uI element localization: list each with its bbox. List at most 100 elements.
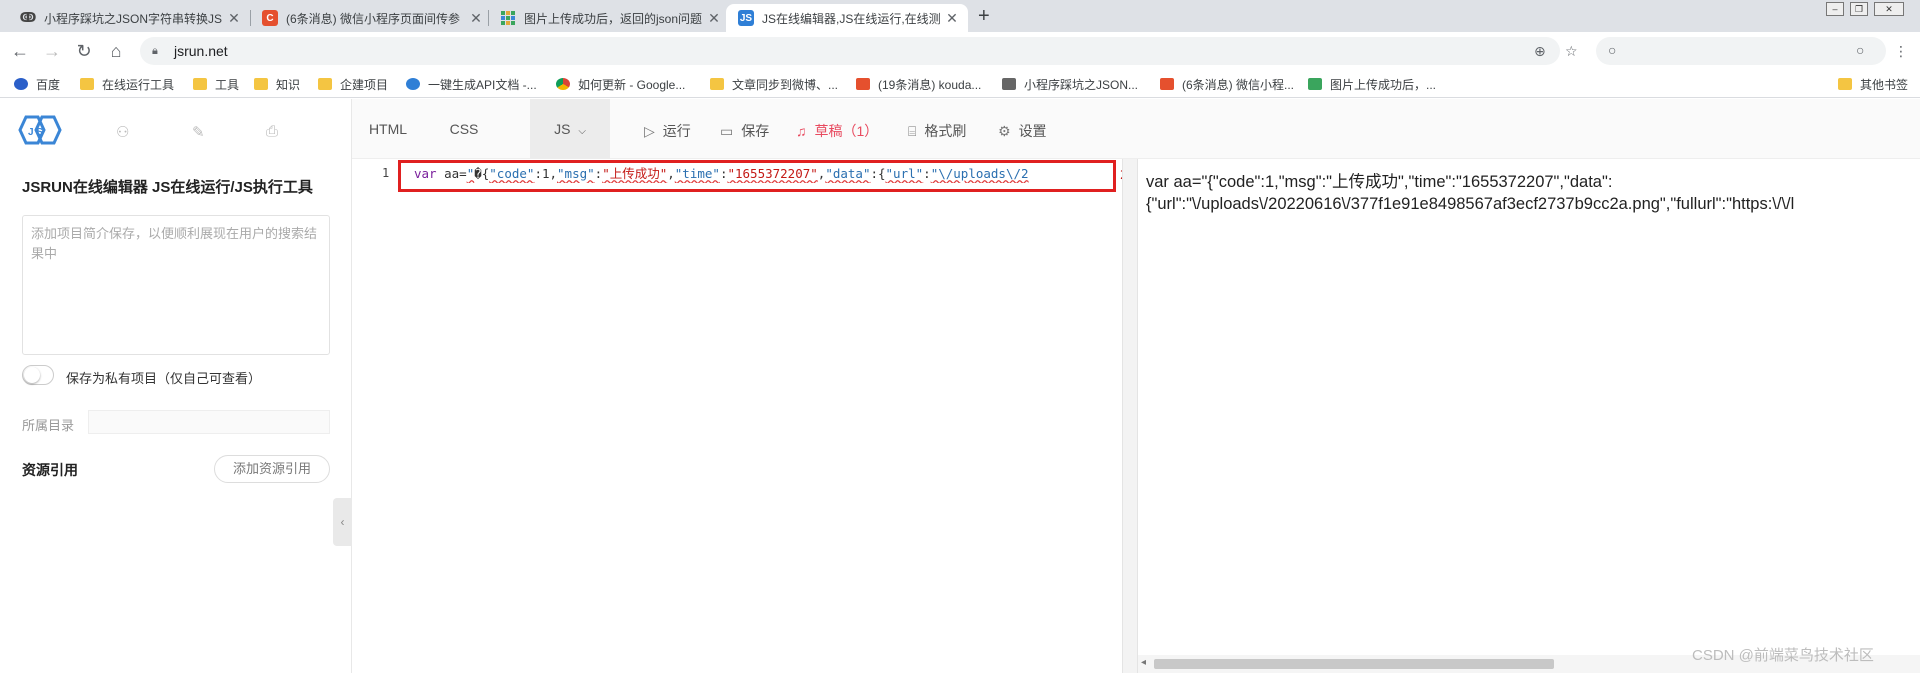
jsrun-app: J S ⚇ ✎ ⎙ JSRUN在线编辑器 JS在线运行/JS执行工具 添加项目简… [0,99,1920,673]
bookmark-item[interactable]: 在线运行工具 [80,75,174,93]
directory-label: 所属目录 [22,418,75,433]
chrome-icon [556,78,570,90]
bookmark-item[interactable]: 百度 [14,75,60,93]
browser-tab-4-active[interactable]: JS JS在线编辑器,JS在线运行,在线测 ✕ [726,4,968,32]
resource-section-title: 资源引用 [22,462,78,478]
browser-toolbar: ← → ↻ ⌂ 🔒︎ jsrun.net ⊕ ☆ ○ ○ ⋮ [0,32,1920,70]
folder-icon [193,78,207,90]
pane-splitter[interactable] [1122,159,1138,673]
bolt-icon [406,78,420,90]
bookmark-label: 一键生成API文档 -... [428,77,537,92]
jsrun-icon: JS [738,10,754,26]
bookmark-label: 图片上传成功后，... [1330,77,1437,92]
ribbon-icon [1002,78,1016,90]
annotation-highlight-box [398,160,1116,192]
bookmarks-bar: 百度 在线运行工具 工具 知识 企建项目 一键生成API文档 -... 如何更新… [0,70,1920,98]
close-window-icon[interactable]: ✕ [1874,2,1904,16]
browser-tab-2[interactable]: C (6条消息) 微信小程序页面间传参 ✕ [250,4,492,32]
bookmark-label: 知识 [276,77,301,92]
edit-icon[interactable]: ✎ [192,123,205,141]
close-icon[interactable]: ✕ [706,10,722,27]
home-icon[interactable]: ⌂ [106,41,126,61]
bookmark-label: 工具 [215,77,240,92]
bookmark-item[interactable]: 其他书签 [1838,75,1908,93]
bookmark-label: 文章同步到微博、... [732,77,839,92]
result-line: var aa="{"code":1,"msg":"上传成功","time":"1… [1146,173,1613,191]
lock-icon: 🔒︎ [152,45,158,57]
tab-title: JS在线编辑器,JS在线运行,在线测 [762,11,941,26]
restore-icon[interactable]: ❐ [1850,2,1868,16]
tab-title: 图片上传成功后，返回的json问题 [524,11,703,26]
close-icon[interactable]: ✕ [944,10,960,27]
svg-text:J S: J S [28,127,43,138]
private-toggle-label: 保存为私有项目（仅自己可查看） [66,371,262,386]
bookmark-label: 如何更新 - Google... [578,77,686,92]
bookmark-label: (6条消息) 微信小程... [1182,77,1295,92]
bookmark-item[interactable]: 如何更新 - Google... [556,75,685,93]
grid-icon [1308,78,1322,90]
scrollbar-thumb[interactable] [1154,659,1554,669]
add-resource-button[interactable]: 添加资源引用 [214,455,330,483]
search-icon[interactable]: ○ [1856,42,1864,58]
minimize-icon[interactable]: – [1826,2,1844,16]
directory-select[interactable] [88,410,330,434]
line-gutter [352,159,396,673]
csdn-icon: C [262,10,278,26]
folder-icon [80,78,94,90]
bookmark-item[interactable]: (6条消息) 微信小程... [1160,75,1294,93]
result-output: var aa="{"code":1,"msg":"上传成功","time":"1… [1146,171,1920,215]
bookmark-label: 小程序踩坑之JSON... [1024,77,1139,92]
jsrun-logo-icon[interactable]: J S [16,115,64,145]
close-icon[interactable]: ✕ [226,10,242,27]
csdn-icon [1160,78,1174,90]
bookmark-label: 其他书签 [1860,77,1909,92]
print-icon[interactable]: ⎙ [266,123,278,140]
star-icon[interactable]: ☆ [1565,43,1578,60]
address-bar[interactable]: 🔒︎ jsrun.net [140,37,1560,65]
tab-title: (6条消息) 微信小程序页面间传参 [286,11,461,26]
folder-icon [254,78,268,90]
paw-icon [14,78,28,90]
browser-tab-1[interactable]: ↂ 小程序踩坑之JSON字符串转换JS ✕ [8,4,250,32]
back-icon[interactable]: ← [10,41,30,61]
bookmark-item[interactable]: 文章同步到微博、... [710,75,838,93]
url-text: jsrun.net [174,43,228,59]
project-description-input[interactable]: 添加项目简介保存，以便顺利展现在用户的搜索结果中 [22,215,330,355]
bookmark-label: 百度 [36,77,61,92]
result-pane: var aa="{"code":1,"msg":"上传成功","time":"1… [1138,159,1920,673]
bookmark-item[interactable]: (19条消息) kouda... [856,75,981,93]
bookmark-label: (19条消息) kouda... [878,77,982,92]
bookmark-item[interactable]: 企建项目 [318,75,388,93]
zoom-icon[interactable]: ⊕ [1534,43,1546,60]
scroll-left-icon[interactable]: ◂ [1141,657,1146,668]
bookmark-item[interactable]: 工具 [193,75,239,93]
collapse-sidebar-icon[interactable]: ‹ [333,498,352,546]
forward-icon[interactable]: → [42,41,62,61]
reload-icon[interactable]: ↻ [74,41,94,61]
project-sidebar: J S ⚇ ✎ ⎙ JSRUN在线编辑器 JS在线运行/JS执行工具 添加项目简… [0,99,352,673]
bookmark-label: 企建项目 [340,77,389,92]
user-icon[interactable]: ⚇ [116,123,129,141]
bookmark-item[interactable]: 小程序踩坑之JSON... [1002,75,1138,93]
folder-icon [710,78,724,90]
project-title: JSRUN在线编辑器 JS在线运行/JS执行工具 [22,179,313,196]
tab-title: 小程序踩坑之JSON字符串转换JS [44,11,223,26]
ribbon-icon: ↂ [19,10,37,25]
watermark: CSDN @前端菜鸟技术社区 [1692,647,1874,664]
bookmark-item[interactable]: 一键生成API文档 -... [406,75,537,93]
result-line: {"url":"\/uploads\/20220616\/377f1e91e84… [1146,195,1795,213]
private-toggle[interactable] [22,365,54,385]
folder-icon [318,78,332,90]
bookmark-item[interactable]: 知识 [254,75,300,93]
csdn-icon [856,78,870,90]
browser-tab-strip: ↂ 小程序踩坑之JSON字符串转换JS ✕ C (6条消息) 微信小程序页面间传… [0,0,1920,32]
extension-search-box[interactable] [1596,37,1886,65]
folder-icon [1838,78,1852,90]
browser-tab-3[interactable]: 图片上传成功后，返回的json问题 ✕ [488,4,730,32]
grid-icon [500,10,516,26]
close-icon[interactable]: ✕ [468,10,484,27]
new-tab-button[interactable]: + [978,5,990,28]
search-icon: ○ [1608,42,1617,58]
menu-icon[interactable]: ⋮ [1894,43,1908,60]
bookmark-item[interactable]: 图片上传成功后，... [1308,75,1436,93]
